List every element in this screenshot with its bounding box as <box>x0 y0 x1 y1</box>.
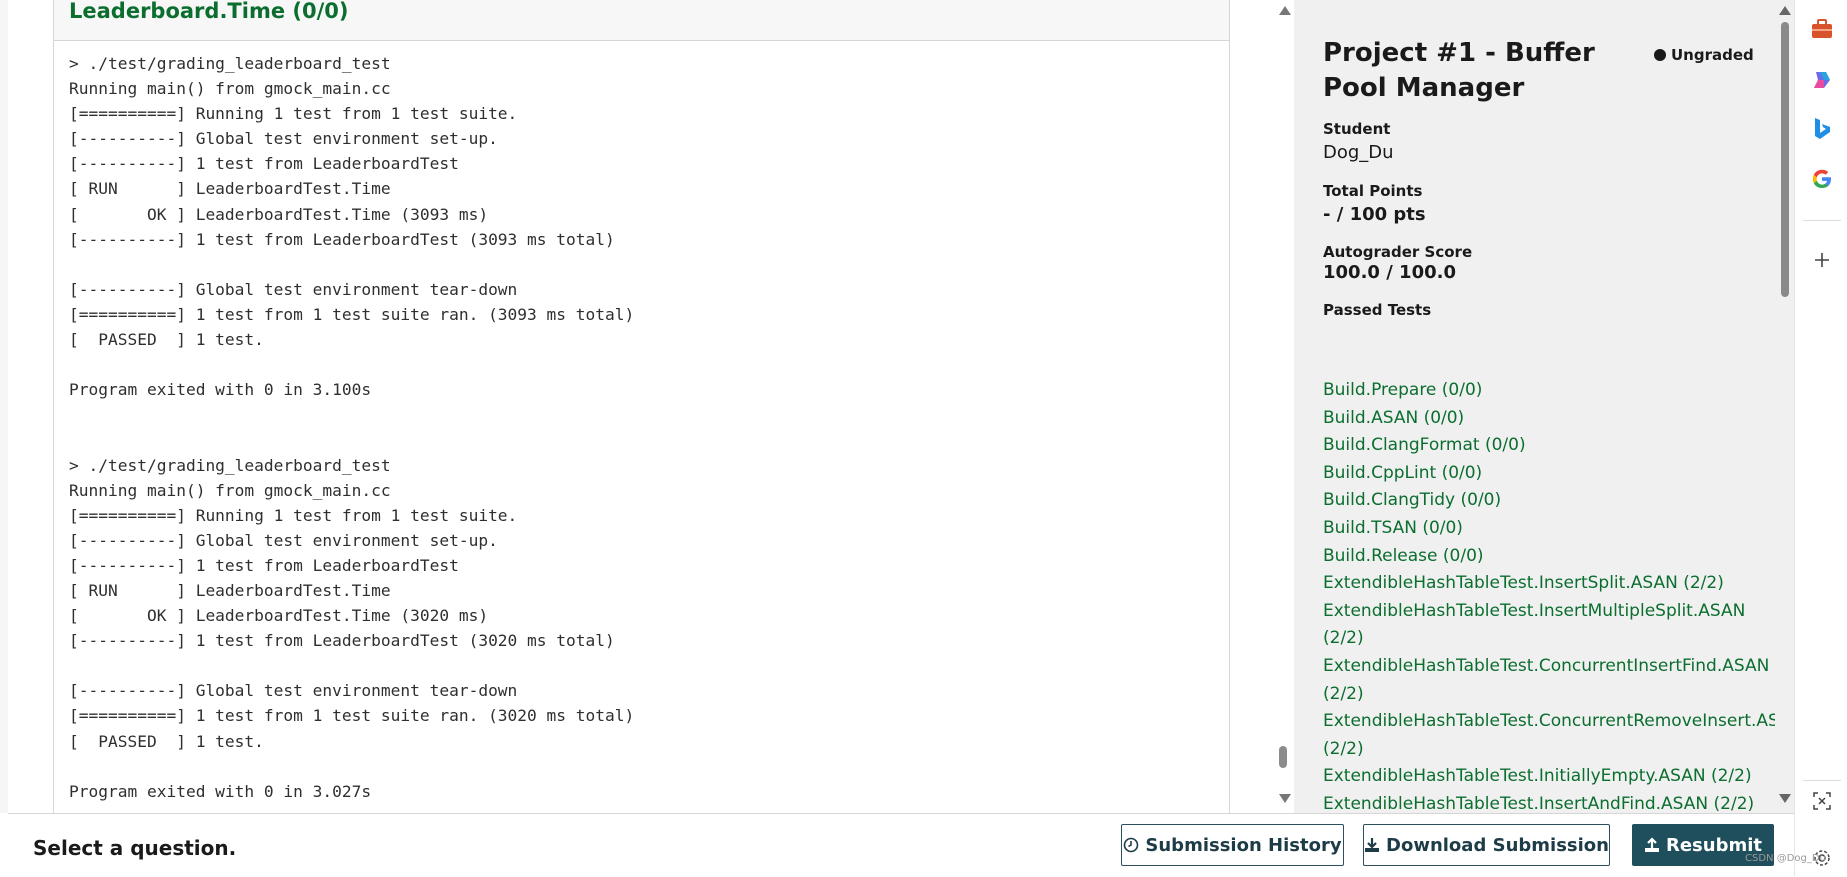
autograder-label: Autograder Score <box>1323 243 1473 261</box>
total-points-value: - / 100 pts <box>1323 204 1426 225</box>
test-result-header: Leaderboard.Time (0/0) <box>54 0 1229 41</box>
passed-tests-list: Build.Prepare (0/0) Build.ASAN (0/0) Build… <box>1323 377 1775 813</box>
download-icon <box>1365 838 1380 852</box>
test-result-title: Leaderboard.Time (0/0) <box>69 0 349 23</box>
output-line: [ OK ] LeaderboardTest.Time (3093 ms) <box>69 204 489 224</box>
add-icon[interactable] <box>1809 247 1835 273</box>
output-line: [==========] Running 1 test from 1 test … <box>69 505 518 525</box>
passed-test-item[interactable]: ExtendibleHashTableTest.InsertSplit.ASAN… <box>1323 570 1775 598</box>
output-line: [----------] Global test environment tea… <box>69 279 518 299</box>
output-line: [ RUN ] LeaderboardTest.Time <box>69 580 391 600</box>
download-submission-button[interactable]: Download Submission <box>1363 824 1610 866</box>
passed-test-item[interactable]: Build.TSAN (0/0) <box>1323 515 1775 543</box>
output-line: [----------] 1 test from LeaderboardTest… <box>69 631 615 651</box>
submission-sidebar: Project #1 - Buffer Pool Manager Ungrade… <box>1294 0 1775 813</box>
assignment-title: Project #1 - Buffer Pool Manager <box>1323 38 1595 103</box>
browser-edge-sidebar <box>1794 0 1847 876</box>
passed-test-item[interactable]: (2/2) <box>1323 625 1775 653</box>
output-line: Running main() from gmock_main.cc <box>69 480 391 500</box>
test-output: > ./test/grading_leaderboard_test Running… <box>54 41 1229 804</box>
divider <box>1803 780 1841 781</box>
screenshot-icon[interactable] <box>1809 788 1835 814</box>
autograder-value: 100.0 / 100.0 <box>1323 262 1456 283</box>
student-label: Student <box>1323 120 1391 138</box>
output-line: > ./test/grading_leaderboard_test <box>69 455 391 475</box>
output-line: [----------] 1 test from LeaderboardTest <box>69 154 459 174</box>
output-line: [----------] 1 test from LeaderboardTest… <box>69 229 615 249</box>
output-line: [ OK ] LeaderboardTest.Time (3020 ms) <box>69 606 489 626</box>
passed-test-item[interactable]: ExtendibleHashTableTest.InsertMultipleSp… <box>1323 598 1775 626</box>
status-text: Ungraded <box>1671 46 1754 64</box>
main-panel: Leaderboard.Time (0/0) > ./test/grading_… <box>8 0 1281 813</box>
briefcase-icon[interactable] <box>1809 16 1835 42</box>
total-points-label: Total Points <box>1323 182 1423 200</box>
output-line: [----------] Global test environment set… <box>69 129 498 149</box>
passed-test-item[interactable]: ExtendibleHashTableTest.InitiallyEmpty.A… <box>1323 763 1775 791</box>
clock-icon <box>1124 837 1139 853</box>
output-line: > ./test/grading_leaderboard_test <box>69 54 391 73</box>
output-line: [ RUN ] LeaderboardTest.Time <box>69 179 391 199</box>
scroll-up-arrow-icon[interactable] <box>1279 6 1291 15</box>
passed-test-item[interactable]: (2/2) <box>1323 681 1775 709</box>
passed-test-item[interactable]: Build.CppLint (0/0) <box>1323 460 1775 488</box>
output-line: [ PASSED ] 1 test. <box>69 330 264 350</box>
output-line: [----------] Global test environment tea… <box>69 681 518 701</box>
output-line: [----------] Global test environment set… <box>69 530 498 550</box>
passed-test-item[interactable]: Build.Release (0/0) <box>1323 543 1775 571</box>
passed-test-item[interactable]: ExtendibleHashTableTest.ConcurrentRemove… <box>1323 708 1775 736</box>
upload-icon <box>1644 837 1659 852</box>
passed-test-item[interactable]: (2/2) <box>1323 736 1775 764</box>
submission-history-button[interactable]: Submission History <box>1121 824 1344 866</box>
passed-test-item[interactable]: ExtendibleHashTableTest.ConcurrentInsert… <box>1323 653 1775 681</box>
scroll-down-arrow-icon[interactable] <box>1779 794 1791 803</box>
main-scrollbar[interactable] <box>1272 0 1294 813</box>
passed-test-item[interactable]: Build.ClangFormat (0/0) <box>1323 432 1775 460</box>
sidebar-scrollbar[interactable] <box>1775 0 1794 813</box>
submission-history-label: Submission History <box>1145 834 1342 856</box>
scroll-down-arrow-icon[interactable] <box>1279 794 1291 803</box>
google-icon[interactable] <box>1809 166 1835 192</box>
copilot-icon[interactable] <box>1809 67 1835 93</box>
output-line: [ PASSED ] 1 test. <box>69 731 264 751</box>
output-line: Running main() from gmock_main.cc <box>69 79 391 99</box>
scroll-thumb[interactable] <box>1279 746 1287 768</box>
output-line: [==========] Running 1 test from 1 test … <box>69 104 518 124</box>
footer-bar: Select a question. Submission History Do… <box>8 813 1794 877</box>
passed-test-item[interactable]: Build.ClangTidy (0/0) <box>1323 487 1775 515</box>
bing-icon[interactable] <box>1809 116 1835 142</box>
output-line: [==========] 1 test from 1 test suite ra… <box>69 706 635 726</box>
passed-test-item[interactable]: Build.ASAN (0/0) <box>1323 405 1775 433</box>
passed-test-item[interactable]: Build.Prepare (0/0) <box>1323 377 1775 405</box>
student-value: Dog_Du <box>1323 142 1394 163</box>
test-result-box: Leaderboard.Time (0/0) > ./test/grading_… <box>53 0 1230 813</box>
divider <box>1803 220 1841 221</box>
status-badge: Ungraded <box>1654 46 1754 64</box>
download-submission-label: Download Submission <box>1386 834 1609 856</box>
output-line: Program exited with 0 in 3.100s <box>69 380 372 400</box>
output-line: [----------] 1 test from LeaderboardTest <box>69 555 459 575</box>
passed-test-item[interactable]: ExtendibleHashTableTest.InsertAndFind.AS… <box>1323 791 1775 813</box>
select-question-prompt: Select a question. <box>33 836 237 860</box>
output-line: [==========] 1 test from 1 test suite ra… <box>69 304 635 324</box>
passed-tests-label: Passed Tests <box>1323 301 1432 319</box>
scroll-thumb[interactable] <box>1781 22 1789 297</box>
watermark: CSDN @Dog_Du <box>1745 853 1826 864</box>
scroll-up-arrow-icon[interactable] <box>1779 6 1791 15</box>
status-dot-icon <box>1654 49 1666 61</box>
output-line: Program exited with 0 in 3.027s <box>69 781 372 801</box>
